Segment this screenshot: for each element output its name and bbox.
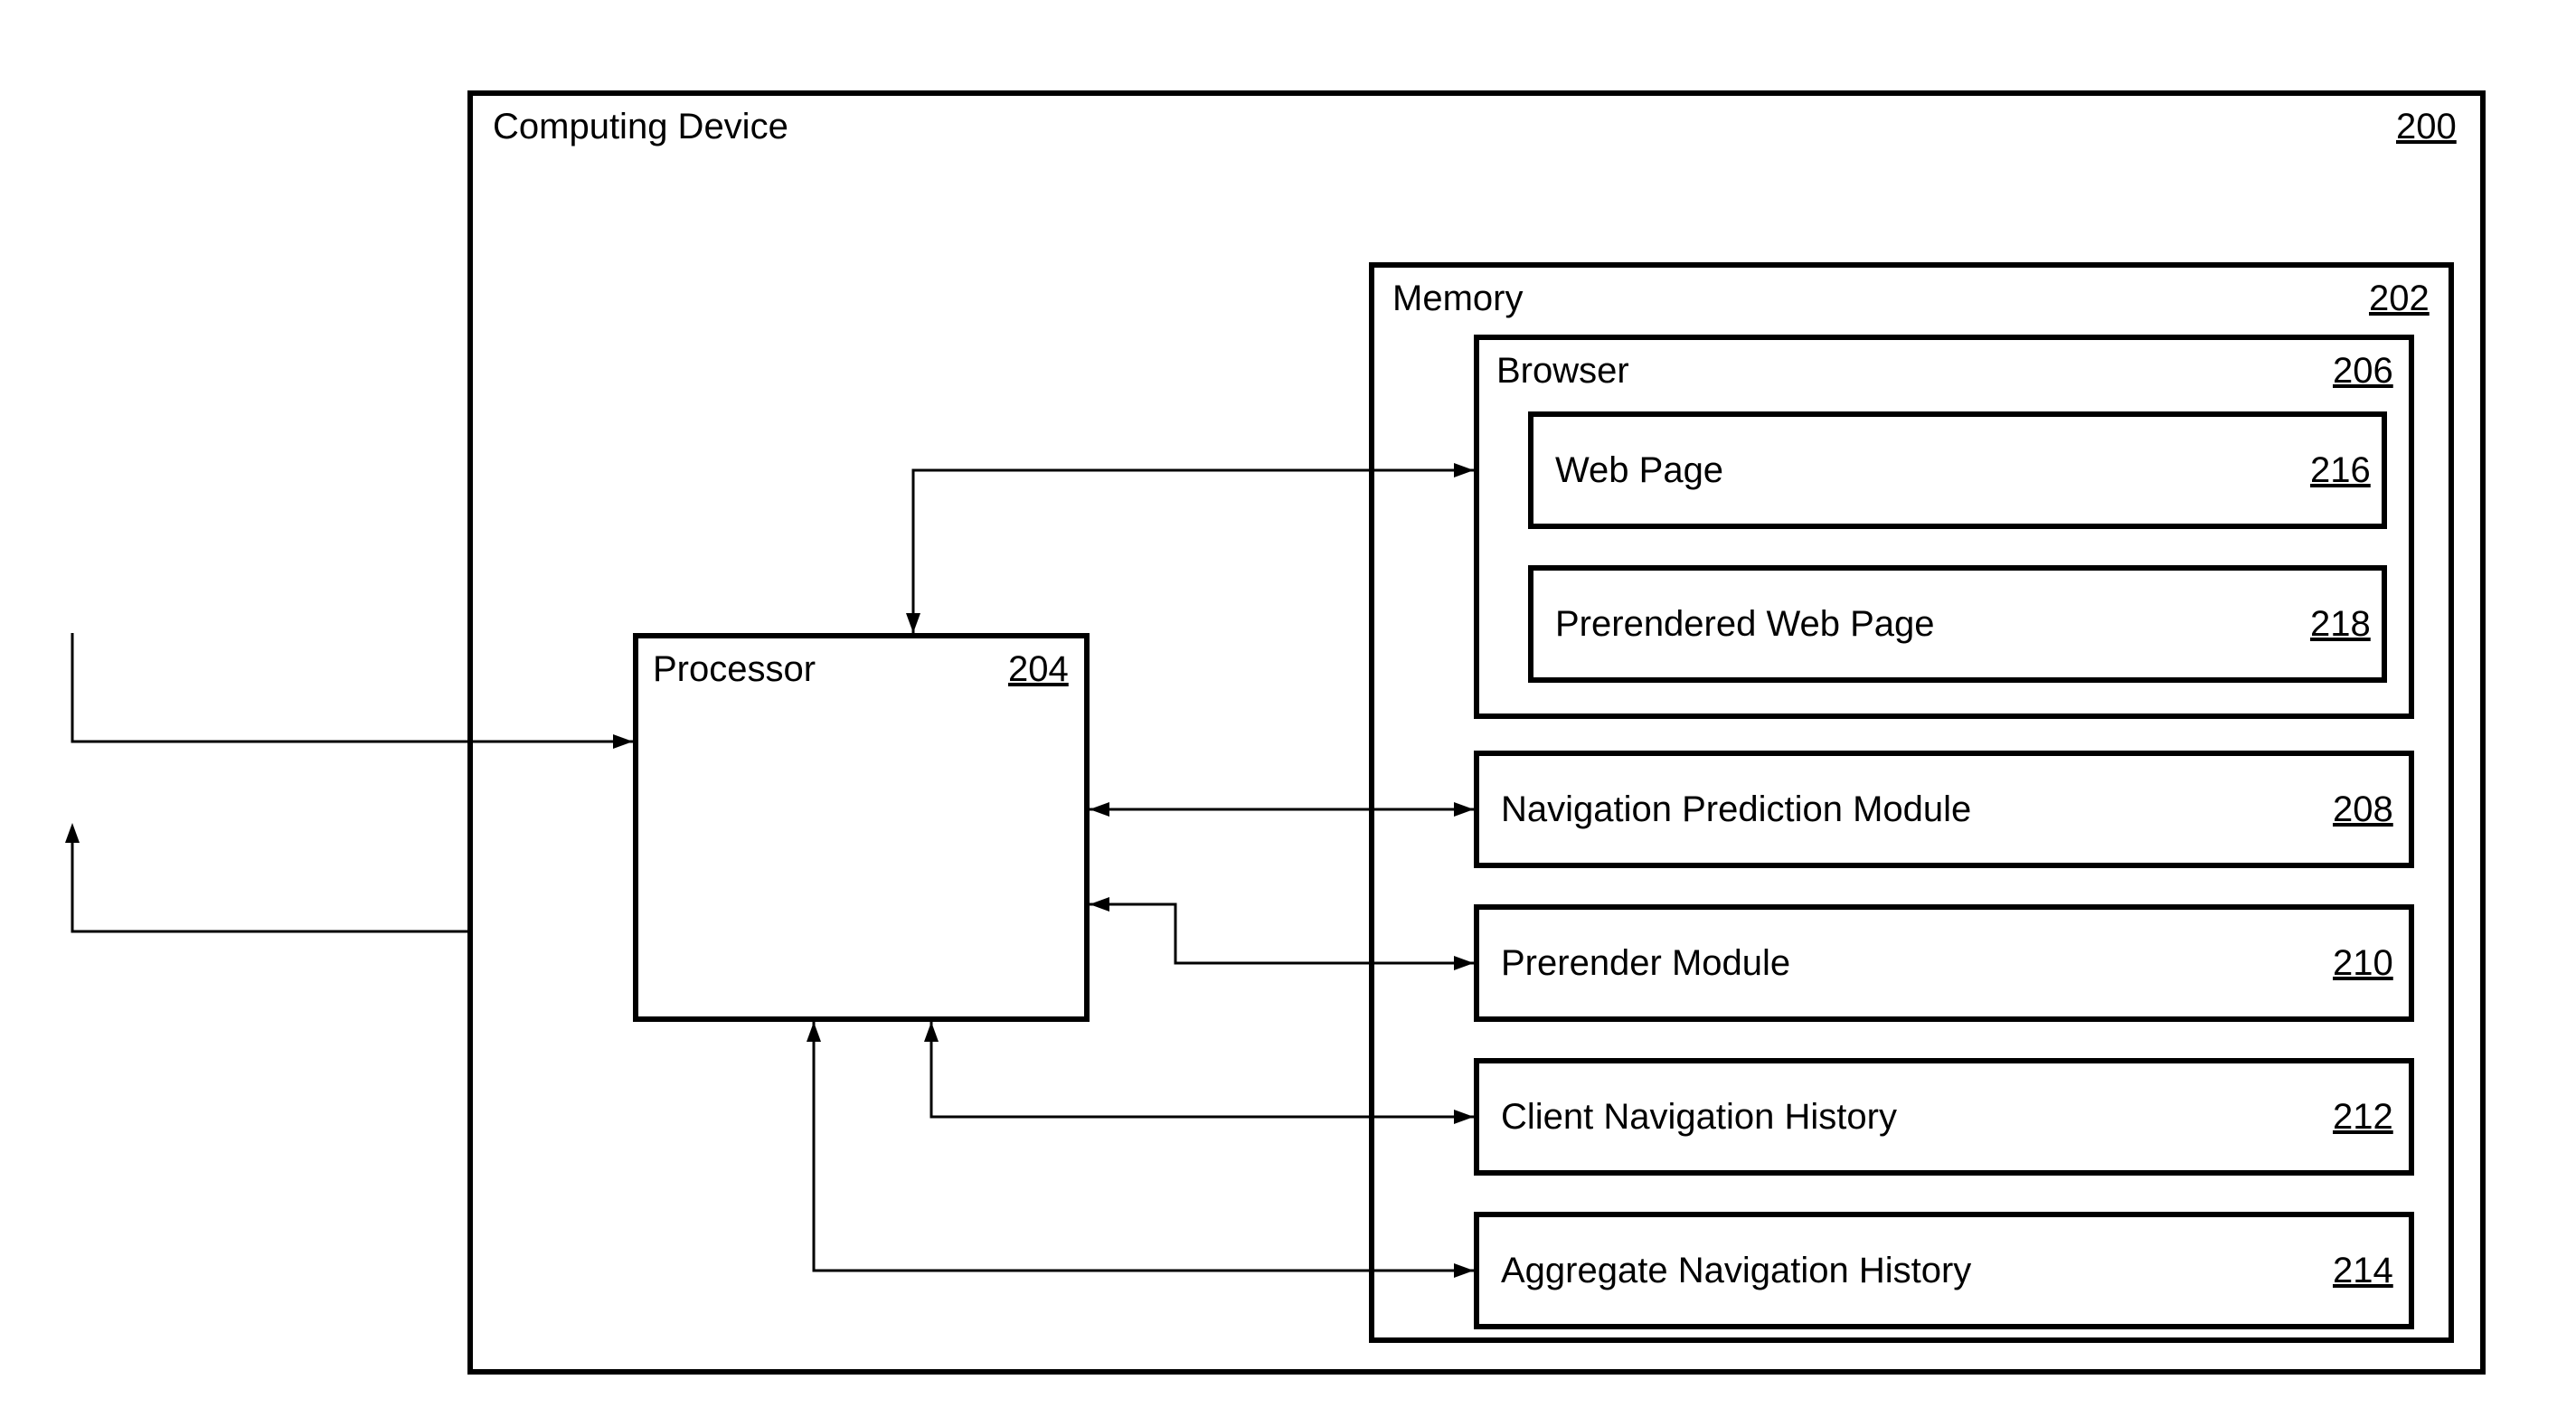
label-computing-device: Computing Device <box>493 107 788 147</box>
label-processor: Processor <box>653 649 816 690</box>
ref-computing-device: 200 <box>2396 107 2457 147</box>
ref-memory: 202 <box>2369 279 2430 319</box>
label-client-navigation-history: Client Navigation History <box>1501 1097 1897 1138</box>
ref-client-navigation-history: 212 <box>2333 1097 2393 1138</box>
diagram-canvas: Computing Device 200 Processor 204 Memor… <box>0 0 2576 1427</box>
label-prerender-module: Prerender Module <box>1501 943 1790 984</box>
label-memory: Memory <box>1392 279 1523 319</box>
label-prerendered-web-page: Prerendered Web Page <box>1555 604 1935 645</box>
label-browser: Browser <box>1496 351 1629 392</box>
label-web-page: Web Page <box>1555 450 1723 491</box>
ref-prerender-module: 210 <box>2333 943 2393 984</box>
ref-processor: 204 <box>1008 649 1069 690</box>
ref-browser: 206 <box>2333 351 2393 392</box>
label-navigation-prediction-module: Navigation Prediction Module <box>1501 789 1971 830</box>
ref-web-page: 216 <box>2310 450 2371 491</box>
ref-prerendered-web-page: 218 <box>2310 604 2371 645</box>
ref-navigation-prediction-module: 208 <box>2333 789 2393 830</box>
box-processor <box>633 633 1090 1022</box>
label-aggregate-navigation-history: Aggregate Navigation History <box>1501 1251 1971 1291</box>
ref-aggregate-navigation-history: 214 <box>2333 1251 2393 1291</box>
